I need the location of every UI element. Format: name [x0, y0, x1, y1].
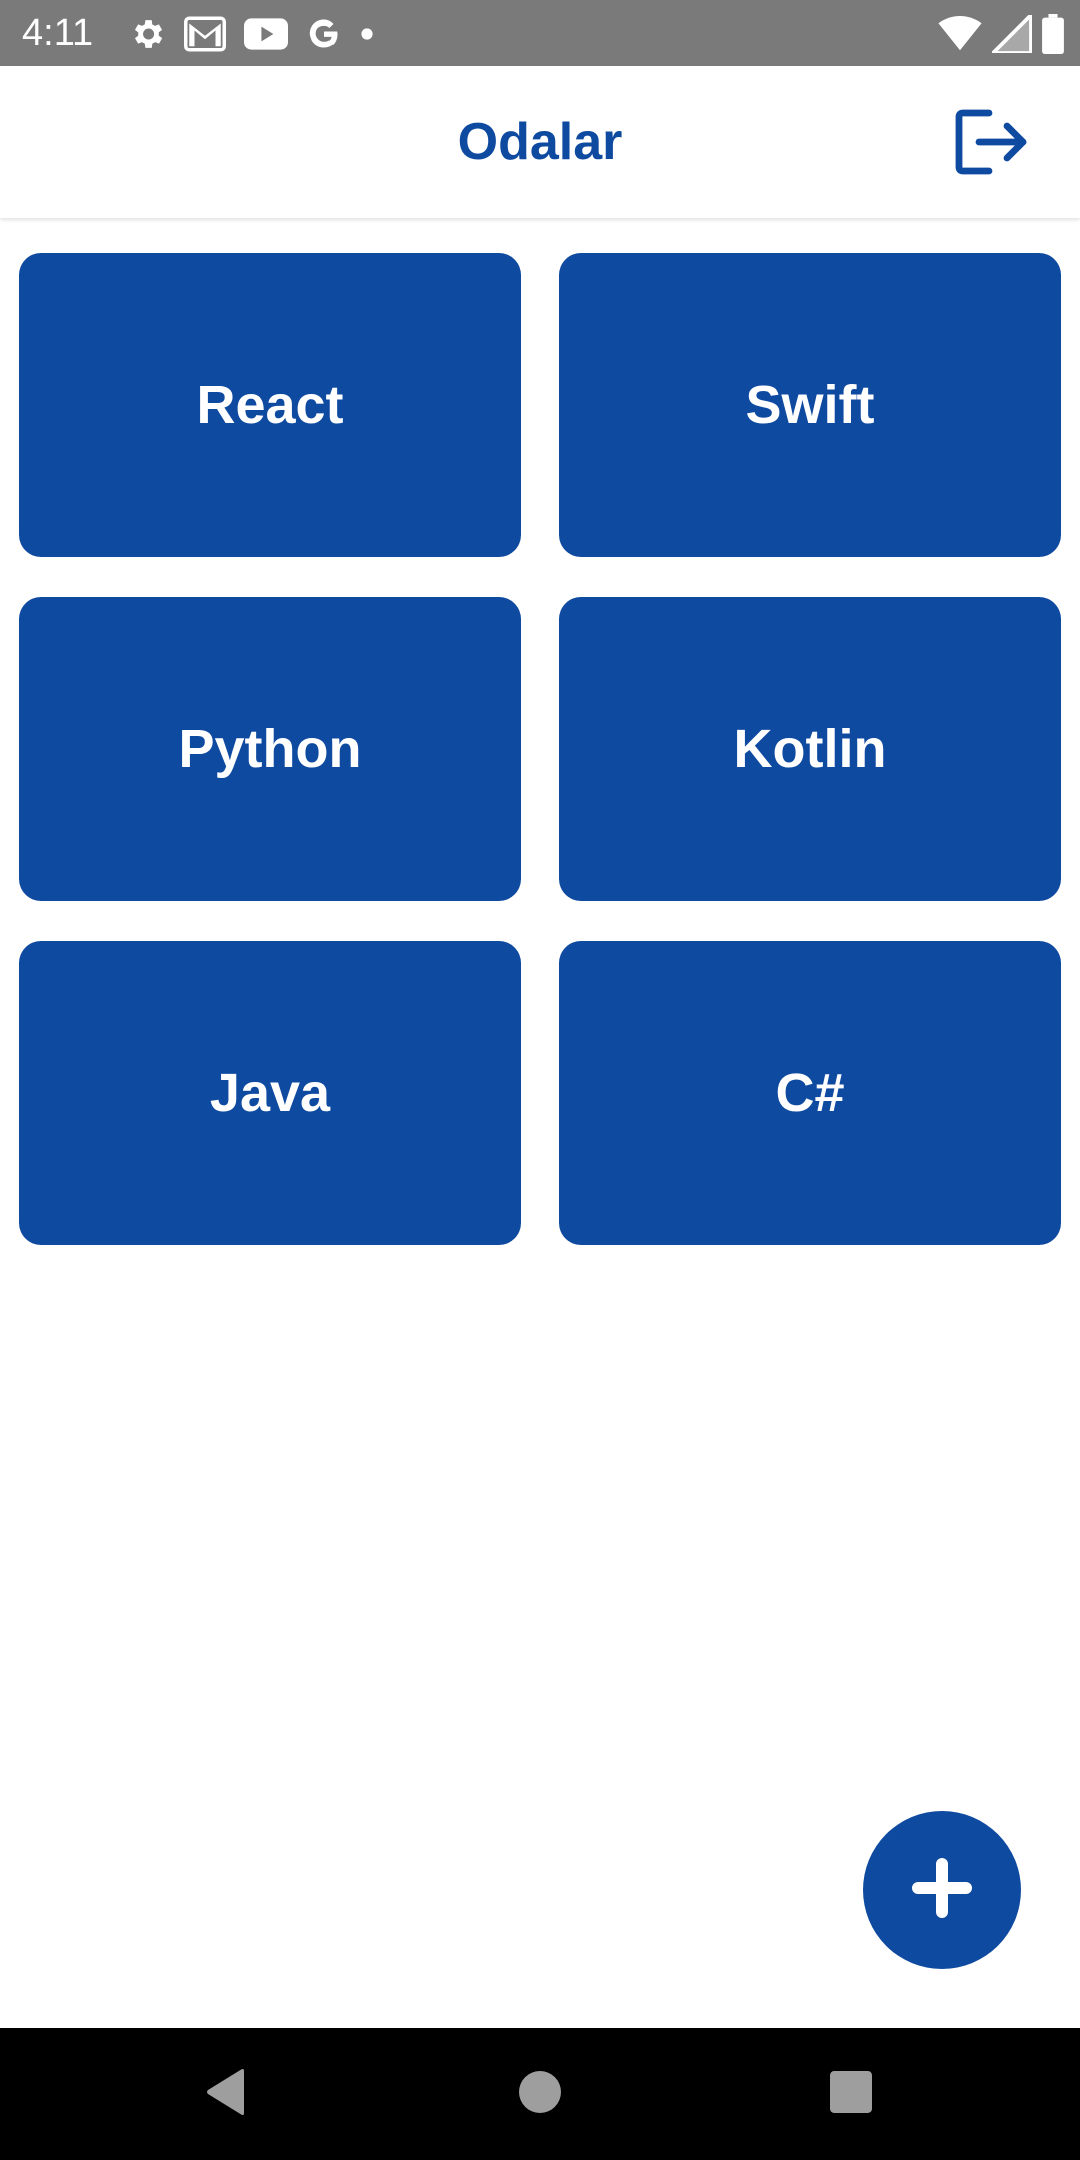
recents-icon: [830, 2070, 872, 2118]
status-time: 4:11: [22, 12, 94, 54]
dot-icon: [360, 27, 374, 41]
room-card-java[interactable]: Java: [19, 941, 521, 1245]
recents-button[interactable]: [791, 2028, 911, 2160]
status-bar: 4:11: [0, 0, 1080, 66]
battery-icon: [1042, 14, 1064, 54]
app-bar: Odalar: [0, 66, 1080, 218]
navigation-bar: [0, 2028, 1080, 2160]
signal-icon: [992, 15, 1032, 53]
google-icon: [306, 16, 342, 52]
gear-icon: [128, 15, 166, 53]
home-button[interactable]: [480, 2028, 600, 2160]
notification-icons: [128, 14, 374, 54]
room-card-swift[interactable]: Swift: [559, 253, 1061, 557]
add-room-button[interactable]: [863, 1811, 1021, 1969]
room-card-kotlin[interactable]: Kotlin: [559, 597, 1061, 901]
page-title: Odalar: [457, 113, 623, 171]
back-button[interactable]: [166, 2028, 286, 2160]
gmail-icon: [184, 16, 226, 52]
room-card-python[interactable]: Python: [19, 597, 521, 901]
logout-icon: [955, 109, 1029, 180]
logout-button[interactable]: [950, 102, 1034, 186]
home-icon: [519, 2070, 561, 2118]
system-icons: [938, 14, 1064, 54]
plus-icon: [912, 1857, 972, 1923]
wifi-icon: [938, 16, 982, 52]
room-card-react[interactable]: React: [19, 253, 521, 557]
back-icon: [204, 2067, 248, 2122]
youtube-icon: [244, 18, 288, 50]
room-card-csharp[interactable]: C#: [559, 941, 1061, 1245]
